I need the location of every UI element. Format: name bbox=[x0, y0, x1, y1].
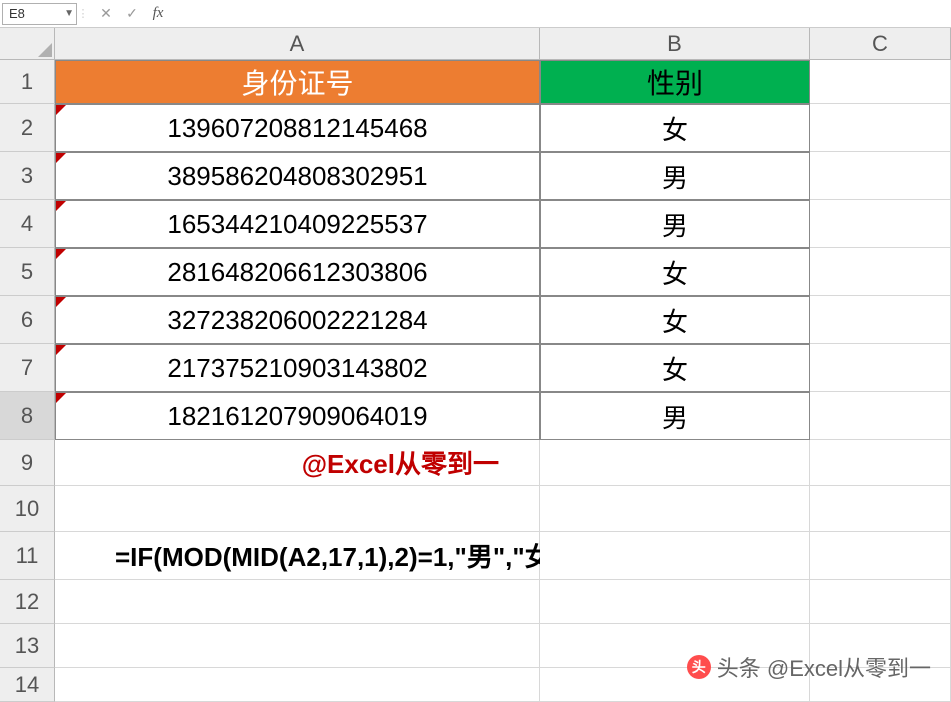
cell-C3[interactable] bbox=[810, 152, 951, 200]
cell-B5[interactable]: 女 bbox=[540, 248, 810, 296]
watermark-text: 头条 @Excel从零到一 bbox=[717, 651, 931, 683]
cell-C10[interactable] bbox=[810, 486, 951, 532]
fx-icon[interactable]: fx bbox=[147, 3, 169, 25]
cell-C2[interactable] bbox=[810, 104, 951, 152]
cell-B6[interactable]: 女 bbox=[540, 296, 810, 344]
cell-A3[interactable]: 389586204808302951 bbox=[55, 152, 540, 200]
row-header-3[interactable]: 3 bbox=[0, 152, 55, 200]
row-header-7[interactable]: 7 bbox=[0, 344, 55, 392]
cells-area: 身份证号性别139607208812145468女389586204808302… bbox=[55, 60, 951, 702]
divider: ⋮ bbox=[77, 7, 89, 20]
row-header-5[interactable]: 5 bbox=[0, 248, 55, 296]
cell-B1[interactable]: 性别 bbox=[540, 60, 810, 104]
cell-C9[interactable] bbox=[810, 440, 951, 486]
name-box-dropdown-icon[interactable]: ▼ bbox=[64, 8, 74, 19]
watermark: 头 头条 @Excel从零到一 bbox=[687, 651, 931, 683]
cell-A10[interactable] bbox=[55, 486, 540, 532]
name-box[interactable]: E8 ▼ bbox=[2, 3, 77, 25]
row-header-11[interactable]: 11 bbox=[0, 532, 55, 580]
cell-B3[interactable]: 男 bbox=[540, 152, 810, 200]
row-8: 182161207909064019男 bbox=[55, 392, 951, 440]
row-5: 281648206612303806女 bbox=[55, 248, 951, 296]
column-header-A[interactable]: A bbox=[55, 28, 540, 60]
cell-A2[interactable]: 139607208812145468 bbox=[55, 104, 540, 152]
column-headers: ABC bbox=[55, 28, 951, 60]
formula-bar: E8 ▼ ⋮ ✕ ✓ fx bbox=[0, 0, 951, 28]
row-6: 327238206002221284女 bbox=[55, 296, 951, 344]
row-header-6[interactable]: 6 bbox=[0, 296, 55, 344]
cell-C1[interactable] bbox=[810, 60, 951, 104]
row-header-13[interactable]: 13 bbox=[0, 624, 55, 668]
cell-A13[interactable] bbox=[55, 624, 540, 668]
row-header-12[interactable]: 12 bbox=[0, 580, 55, 624]
cell-C4[interactable] bbox=[810, 200, 951, 248]
row-9: @Excel从零到一 bbox=[55, 440, 951, 486]
cell-A12[interactable] bbox=[55, 580, 540, 624]
cell-B8[interactable]: 男 bbox=[540, 392, 810, 440]
cell-A9[interactable]: @Excel从零到一 bbox=[55, 440, 540, 486]
row-header-2[interactable]: 2 bbox=[0, 104, 55, 152]
row-1: 身份证号性别 bbox=[55, 60, 951, 104]
watermark-icon: 头 bbox=[687, 655, 711, 679]
row-header-1[interactable]: 1 bbox=[0, 60, 55, 104]
cell-A8[interactable]: 182161207909064019 bbox=[55, 392, 540, 440]
select-all-corner[interactable] bbox=[0, 28, 55, 60]
row-header-4[interactable]: 4 bbox=[0, 200, 55, 248]
row-header-8[interactable]: 8 bbox=[0, 392, 55, 440]
formula-bar-icons: ✕ ✓ fx bbox=[89, 3, 175, 25]
cell-A4[interactable]: 165344210409225537 bbox=[55, 200, 540, 248]
cell-C8[interactable] bbox=[810, 392, 951, 440]
row-10 bbox=[55, 486, 951, 532]
corner-triangle-icon bbox=[38, 43, 52, 57]
cell-C5[interactable] bbox=[810, 248, 951, 296]
row-header-14[interactable]: 14 bbox=[0, 668, 55, 702]
row-3: 389586204808302951男 bbox=[55, 152, 951, 200]
cell-A5[interactable]: 281648206612303806 bbox=[55, 248, 540, 296]
cell-C6[interactable] bbox=[810, 296, 951, 344]
cell-B2[interactable]: 女 bbox=[540, 104, 810, 152]
row-4: 165344210409225537男 bbox=[55, 200, 951, 248]
cell-C12[interactable] bbox=[810, 580, 951, 624]
cell-B4[interactable]: 男 bbox=[540, 200, 810, 248]
cell-A11[interactable]: =IF(MOD(MID(A2,17,1),2)=1,"男","女") bbox=[55, 532, 540, 580]
row-12 bbox=[55, 580, 951, 624]
row-7: 217375210903143802女 bbox=[55, 344, 951, 392]
cell-A14[interactable] bbox=[55, 668, 540, 702]
cell-A6[interactable]: 327238206002221284 bbox=[55, 296, 540, 344]
cell-B12[interactable] bbox=[540, 580, 810, 624]
cell-B11[interactable] bbox=[540, 532, 810, 580]
cell-C7[interactable] bbox=[810, 344, 951, 392]
row-11: =IF(MOD(MID(A2,17,1),2)=1,"男","女") bbox=[55, 532, 951, 580]
name-box-value: E8 bbox=[9, 6, 25, 21]
row-header-10[interactable]: 10 bbox=[0, 486, 55, 532]
cell-B9[interactable] bbox=[540, 440, 810, 486]
cell-B10[interactable] bbox=[540, 486, 810, 532]
cell-C11[interactable] bbox=[810, 532, 951, 580]
cancel-icon[interactable]: ✕ bbox=[95, 3, 117, 25]
formula-input[interactable] bbox=[175, 3, 951, 25]
cell-A7[interactable]: 217375210903143802 bbox=[55, 344, 540, 392]
cell-B7[interactable]: 女 bbox=[540, 344, 810, 392]
row-2: 139607208812145468女 bbox=[55, 104, 951, 152]
attribution-text: @Excel从零到一 bbox=[302, 444, 499, 481]
column-header-B[interactable]: B bbox=[540, 28, 810, 60]
cell-A1[interactable]: 身份证号 bbox=[55, 60, 540, 104]
formula-example-text: =IF(MOD(MID(A2,17,1),2)=1,"男","女") bbox=[115, 537, 572, 574]
column-header-C[interactable]: C bbox=[810, 28, 951, 60]
confirm-icon[interactable]: ✓ bbox=[121, 3, 143, 25]
row-header-9[interactable]: 9 bbox=[0, 440, 55, 486]
row-headers: 1234567891011121314 bbox=[0, 60, 55, 702]
